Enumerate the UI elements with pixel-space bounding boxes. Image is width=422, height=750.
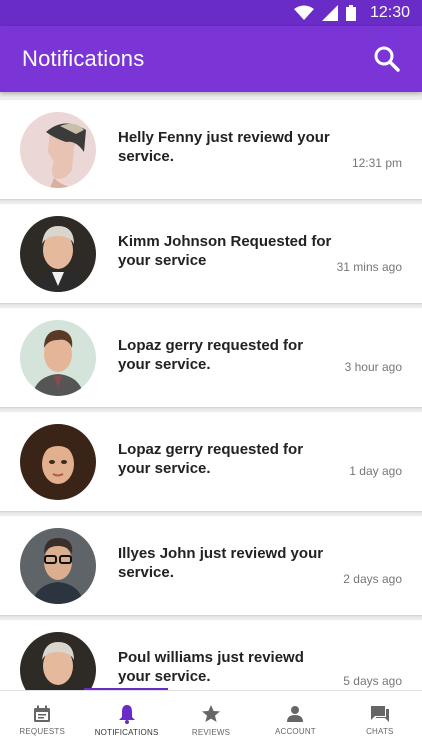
avatar bbox=[20, 112, 96, 188]
avatar bbox=[20, 528, 96, 604]
avatar bbox=[20, 216, 96, 292]
bell-icon bbox=[118, 705, 135, 724]
nav-item-chats[interactable]: CHATS bbox=[338, 691, 422, 750]
notification-item[interactable]: Illyes John just reviewd your service. 2… bbox=[0, 516, 422, 616]
app-bar: Notifications bbox=[0, 26, 422, 92]
notification-item[interactable]: Lopaz gerry requested for your service. … bbox=[0, 308, 422, 408]
notification-time: 3 hour ago bbox=[344, 360, 402, 374]
notification-time: 2 days ago bbox=[343, 572, 402, 586]
avatar bbox=[20, 632, 96, 690]
chat-icon bbox=[370, 706, 389, 722]
avatar bbox=[20, 424, 96, 500]
notification-item[interactable]: Poul williams just reviewd your service.… bbox=[0, 620, 422, 690]
status-bar: 12:30 bbox=[0, 0, 422, 26]
person-icon bbox=[287, 706, 304, 722]
avatar bbox=[20, 320, 96, 396]
nav-item-notifications[interactable]: NOTIFICATIONS bbox=[84, 691, 168, 750]
nav-item-reviews[interactable]: REVIEWS bbox=[169, 691, 253, 750]
star-icon bbox=[202, 705, 221, 722]
notification-message: Kimm Johnson Requested for your service bbox=[118, 233, 332, 269]
notification-message: Helly Fenny just reviewd your service. bbox=[118, 129, 330, 165]
nav-item-requests[interactable]: REQUESTS bbox=[0, 691, 84, 750]
signal-icon bbox=[321, 5, 338, 21]
nav-item-account[interactable]: ACCOUNT bbox=[253, 691, 337, 750]
notification-message: Poul williams just reviewd your service. bbox=[118, 649, 304, 685]
notification-item[interactable]: Helly Fenny just reviewd your service. 1… bbox=[0, 100, 422, 200]
page-title: Notifications bbox=[22, 46, 145, 71]
wifi-icon bbox=[293, 5, 314, 20]
notification-time: 31 mins ago bbox=[336, 260, 402, 274]
notification-message: Illyes John just reviewd your service. bbox=[118, 545, 324, 581]
bottom-nav: REQUESTS NOTIFICATIONS REVIEWS ACCOUNT C… bbox=[0, 690, 422, 750]
search-button[interactable] bbox=[372, 44, 402, 74]
search-icon bbox=[374, 46, 400, 72]
battery-icon bbox=[345, 5, 356, 21]
nav-label: NOTIFICATIONS bbox=[94, 728, 159, 737]
nav-label: REVIEWS bbox=[191, 728, 231, 737]
notification-time: 5 days ago bbox=[343, 674, 402, 688]
notification-message: Lopaz gerry requested for your service. bbox=[118, 337, 304, 373]
notification-time: 12:31 pm bbox=[351, 156, 402, 170]
calendar-icon bbox=[34, 705, 51, 722]
nav-label: ACCOUNT bbox=[274, 727, 316, 736]
nav-label: REQUESTS bbox=[19, 727, 65, 736]
notification-time: 1 day ago bbox=[349, 464, 402, 478]
notification-list[interactable]: Helly Fenny just reviewd your service. 1… bbox=[0, 92, 422, 690]
nav-label: CHATS bbox=[366, 727, 394, 736]
notification-message: Lopaz gerry requested for your service. bbox=[118, 441, 304, 477]
status-time: 12:30 bbox=[369, 4, 410, 21]
notification-item[interactable]: Kimm Johnson Requested for your service … bbox=[0, 204, 422, 304]
notification-item[interactable]: Lopaz gerry requested for your service. … bbox=[0, 412, 422, 512]
